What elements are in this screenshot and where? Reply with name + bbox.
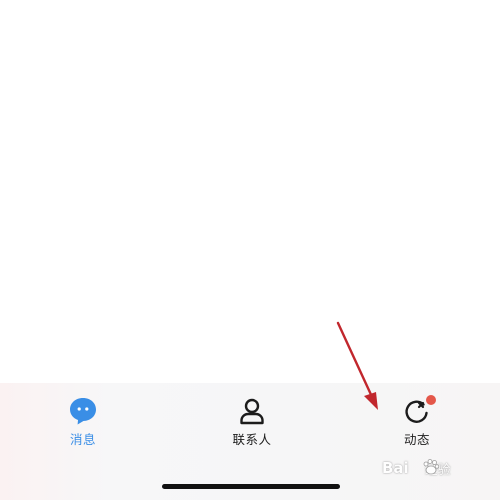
- content-area: [0, 0, 500, 383]
- contact-person-icon: [235, 394, 269, 428]
- tab-moments[interactable]: 动态: [362, 394, 472, 454]
- paw-logo-icon: [423, 459, 440, 475]
- tab-messages[interactable]: 消息: [28, 394, 138, 454]
- tab-messages-label: 消息: [69, 432, 96, 447]
- notification-dot-badge: [426, 395, 436, 405]
- baidu-watermark: Bai 经验: [382, 456, 451, 480]
- moments-refresh-icon: [400, 394, 436, 428]
- chat-bubble-icon: [66, 394, 100, 428]
- tab-contacts[interactable]: 联系人: [197, 394, 307, 454]
- home-indicator: [162, 484, 340, 489]
- tab-moments-label: 动态: [403, 432, 430, 447]
- watermark-brand-text: Bai: [382, 459, 409, 477]
- tab-contacts-label: 联系人: [232, 432, 272, 447]
